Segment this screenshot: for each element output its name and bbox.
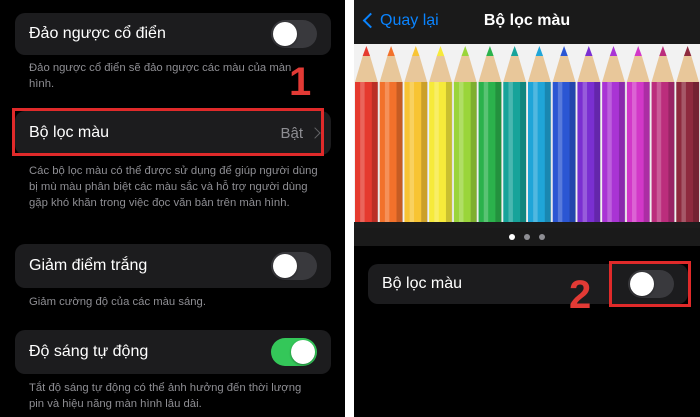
reduce-white-point-toggle[interactable] xyxy=(271,252,317,280)
auto-brightness-footnote: Tắt độ sáng tự động có thể ảnh hưởng đến… xyxy=(29,382,302,410)
reduce-white-point-label: Giảm điểm trắng xyxy=(29,257,148,274)
page-dot-2[interactable] xyxy=(524,234,530,240)
color-filters-panel: Quay lại Bộ lọc màu Bộ lọc màu 2 xyxy=(354,0,700,417)
toggle-knob xyxy=(291,340,315,364)
reduce-white-point-footnote: Giảm cường độ của các màu sáng. xyxy=(29,296,206,308)
accessibility-display-panel: Đảo ngược cổ điển Đảo ngược cổ điển sẽ đ… xyxy=(0,0,345,417)
panel-divider xyxy=(345,0,354,417)
auto-brightness-row[interactable]: Độ sáng tự động xyxy=(15,330,331,374)
step-1-marker: 1 xyxy=(289,60,312,104)
color-filter-toggle-label: Bộ lọc màu xyxy=(382,275,463,292)
step-2-marker: 2 xyxy=(569,273,592,317)
pencil xyxy=(626,46,651,222)
toggle-knob xyxy=(273,22,297,46)
color-pencils-preview-image[interactable] xyxy=(354,44,700,228)
toggle-knob xyxy=(273,254,297,278)
pencil xyxy=(429,46,453,222)
classic-invert-row[interactable]: Đảo ngược cổ điển xyxy=(15,13,331,55)
highlight-box-color-filters xyxy=(12,108,324,156)
pencil xyxy=(528,46,552,222)
pencil xyxy=(552,46,576,222)
pencil xyxy=(379,46,403,222)
page-dot-1[interactable] xyxy=(509,234,515,240)
classic-invert-label: Đảo ngược cổ điển xyxy=(29,25,166,42)
navigation-bar: Quay lại Bộ lọc màu xyxy=(354,0,700,44)
pencil xyxy=(602,46,626,222)
classic-invert-footnote: Đảo ngược cổ điển sẽ đảo ngược các màu c… xyxy=(29,62,292,90)
pencil xyxy=(404,46,428,222)
pencil xyxy=(478,46,502,222)
page-control[interactable] xyxy=(354,228,700,246)
pencil xyxy=(676,46,700,222)
page-dot-3[interactable] xyxy=(539,234,545,240)
color-pencils-illustration xyxy=(355,46,700,222)
pencil xyxy=(355,46,379,222)
pencil xyxy=(651,46,675,222)
auto-brightness-label: Độ sáng tự động xyxy=(29,343,149,360)
auto-brightness-toggle[interactable] xyxy=(271,338,317,366)
color-filters-footnote: Các bộ lọc màu có thể được sử dụng để gi… xyxy=(29,165,318,209)
highlight-box-toggle xyxy=(609,261,691,307)
pencil xyxy=(453,46,478,222)
classic-invert-toggle[interactable] xyxy=(271,20,317,48)
pencil xyxy=(503,46,527,222)
page-title: Bộ lọc màu xyxy=(483,12,571,29)
reduce-white-point-row[interactable]: Giảm điểm trắng xyxy=(15,244,331,288)
pencil xyxy=(577,46,601,222)
